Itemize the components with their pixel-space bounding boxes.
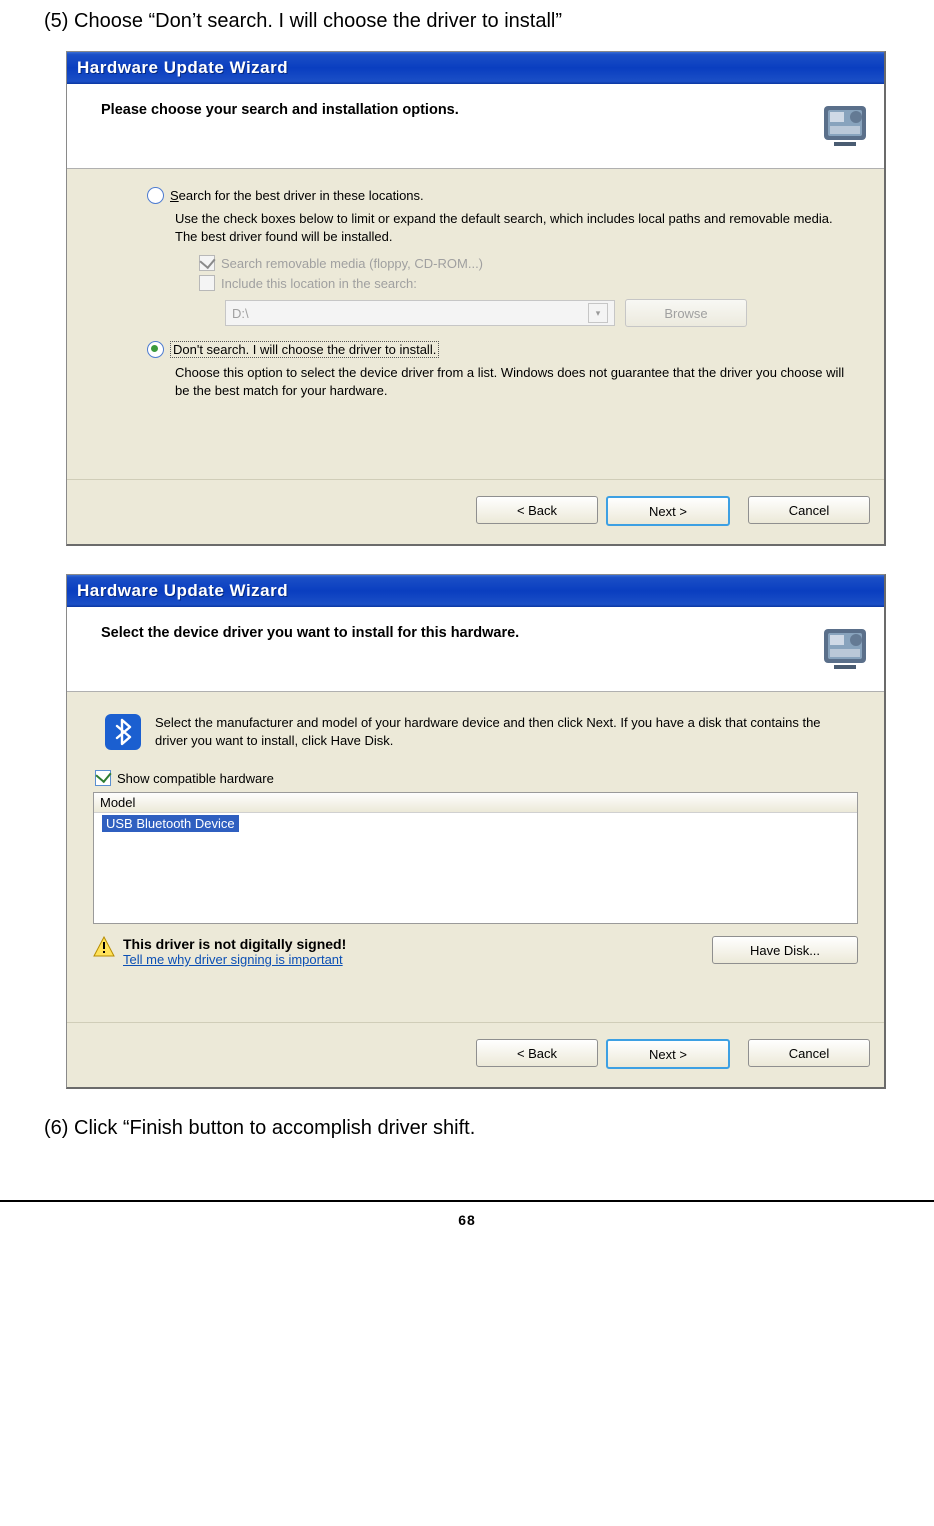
checkbox-include-location-label: Include this location in the search: <box>221 276 417 291</box>
dialog-search-options: Hardware Update Wizard Please choose you… <box>66 51 886 546</box>
driver-not-signed-title: This driver is not digitally signed! <box>123 936 346 952</box>
titlebar-1: Hardware Update Wizard <box>67 52 884 84</box>
dialog2-header-title: Select the device driver you want to ins… <box>101 623 519 641</box>
next-button[interactable]: Next > <box>606 1039 730 1069</box>
have-disk-button[interactable]: Have Disk... <box>712 936 858 964</box>
footer-divider <box>0 1200 934 1202</box>
radio-search-best-label: Search for the best driver in these loca… <box>170 188 424 203</box>
dialog-select-driver: Hardware Update Wizard Select the device… <box>66 574 886 1089</box>
checkbox-removable-media[interactable]: Search removable media (floppy, CD-ROM..… <box>199 255 864 271</box>
radio-icon-checked <box>147 341 164 358</box>
location-combo-value: D:\ <box>232 306 249 321</box>
radio-dont-search-desc: Choose this option to select the device … <box>175 364 855 399</box>
warning-icon <box>93 936 115 958</box>
dialog1-button-bar: < Back Next > Cancel <box>67 479 884 544</box>
dialog1-header-title: Please choose your search and installati… <box>101 100 459 118</box>
titlebar-2: Hardware Update Wizard <box>67 575 884 607</box>
radio-dont-search[interactable]: Don't search. I will choose the driver t… <box>147 341 864 358</box>
dialog2-body: Select the manufacturer and model of you… <box>67 692 884 1022</box>
dialog2-button-bar: < Back Next > Cancel <box>67 1022 884 1087</box>
model-list-header: Model <box>94 793 857 813</box>
step-5-instruction: (5) Choose “Don’t search. I will choose … <box>44 10 890 33</box>
checkbox-show-compatible-label: Show compatible hardware <box>117 771 274 786</box>
checkbox-icon <box>95 770 111 786</box>
dialog1-header: Please choose your search and installati… <box>67 84 884 169</box>
radio-dont-search-label: Don't search. I will choose the driver t… <box>170 341 439 358</box>
checkbox-show-compatible[interactable]: Show compatible hardware <box>95 770 858 786</box>
checkbox-include-location[interactable]: Include this location in the search: <box>199 275 864 291</box>
step-6-instruction: (6) Click “Finish button to accomplish d… <box>44 1117 890 1140</box>
chevron-down-icon: ▾ <box>588 303 608 323</box>
bluetooth-icon <box>105 714 141 750</box>
next-button[interactable]: Next > <box>606 496 730 526</box>
dialog1-body: Search for the best driver in these loca… <box>67 169 884 479</box>
location-combo[interactable]: D:\ ▾ <box>225 300 615 326</box>
radio-search-best[interactable]: Search for the best driver in these loca… <box>147 187 864 204</box>
radio-search-best-desc: Use the check boxes below to limit or ex… <box>175 210 855 245</box>
radio-icon <box>147 187 164 204</box>
dialog2-header: Select the device driver you want to ins… <box>67 607 884 692</box>
checkbox-removable-media-label: Search removable media (floppy, CD-ROM..… <box>221 256 483 271</box>
cancel-button[interactable]: Cancel <box>748 496 870 524</box>
checkbox-icon <box>199 255 215 271</box>
hardware-icon <box>820 623 870 673</box>
hardware-icon <box>820 100 870 150</box>
checkbox-icon <box>199 275 215 291</box>
model-list-item-selected[interactable]: USB Bluetooth Device <box>102 815 239 832</box>
page-number: 68 <box>0 1212 934 1252</box>
back-button[interactable]: < Back <box>476 496 598 524</box>
model-list[interactable]: Model USB Bluetooth Device <box>93 792 858 924</box>
back-button[interactable]: < Back <box>476 1039 598 1067</box>
cancel-button[interactable]: Cancel <box>748 1039 870 1067</box>
driver-signing-link[interactable]: Tell me why driver signing is important <box>123 952 343 967</box>
browse-button[interactable]: Browse <box>625 299 747 327</box>
dialog2-intro: Select the manufacturer and model of you… <box>155 714 835 750</box>
